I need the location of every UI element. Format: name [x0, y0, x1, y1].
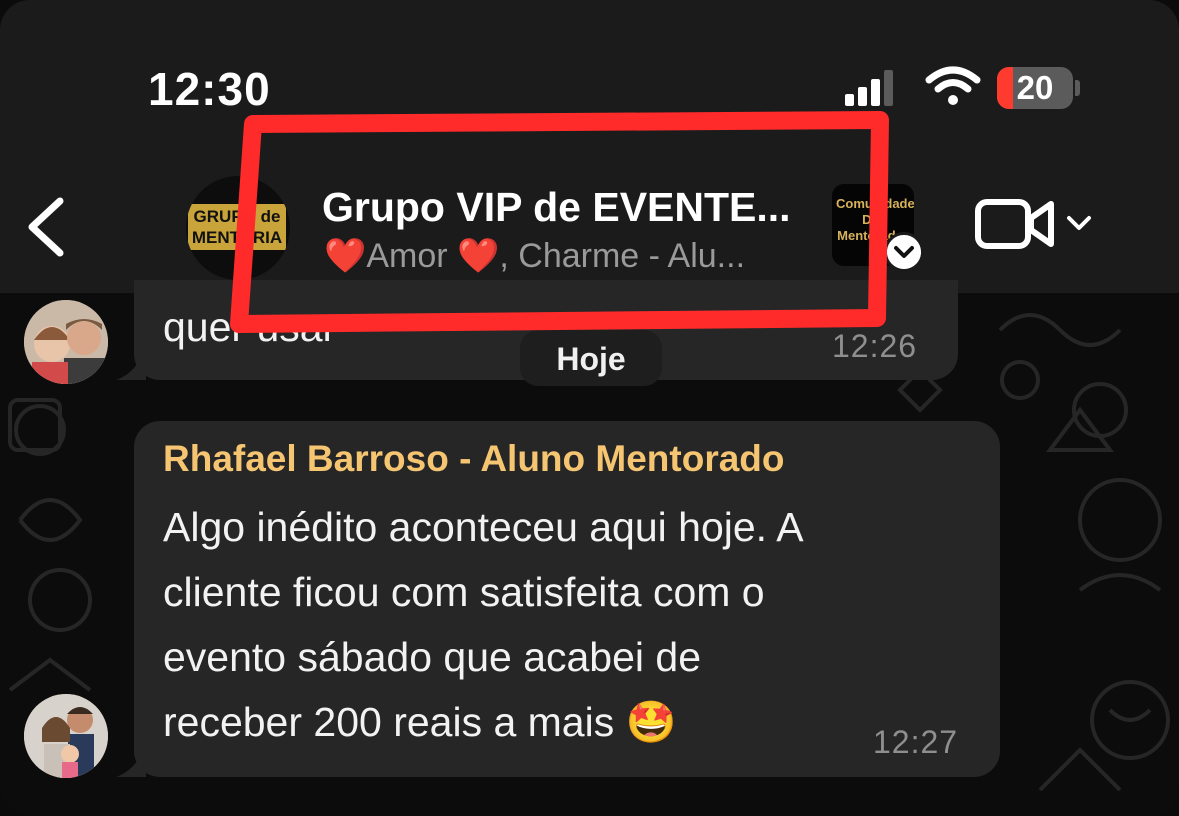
message-line: receber 200 reais a mais 🤩	[163, 699, 677, 745]
avatar[interactable]	[24, 694, 108, 778]
bubble-tail	[116, 747, 146, 777]
sender-name[interactable]: Rhafael Barroso - Aluno Mentorado	[163, 438, 785, 480]
bubble-tail	[116, 350, 146, 380]
back-chevron-icon[interactable]	[24, 195, 68, 259]
group-avatar[interactable]: GRUPO de MENTORIA	[186, 176, 290, 280]
chat-screen: 12:30 20 GRUPO de MENTORIA Grupo VIP de …	[0, 0, 1179, 816]
message-text: Algo inédito aconteceu aqui hoje. A clie…	[163, 495, 804, 755]
date-separator: Hoje	[520, 330, 662, 386]
signal-icon	[845, 70, 893, 106]
message-line: Algo inédito aconteceu aqui hoje. A	[163, 504, 804, 550]
battery-icon: 20	[997, 67, 1073, 109]
battery-level: 20	[1016, 69, 1054, 106]
message-text: quer usar	[163, 304, 337, 350]
battery-nub	[1075, 80, 1080, 96]
message-line: cliente ficou com satisfeita com o	[163, 569, 765, 615]
group-avatar-label: GRUPO de MENTORIA	[188, 204, 286, 250]
heart-emoji: ❤️	[457, 237, 500, 275]
avatar-photo	[24, 300, 108, 384]
avatar[interactable]	[24, 300, 108, 384]
group-subtitle[interactable]: ❤️Amor ❤️, Charme - Alu...	[324, 236, 745, 276]
heart-emoji: ❤️	[324, 237, 367, 275]
message-time: 12:26	[832, 328, 918, 364]
chevron-down-icon[interactable]	[1066, 214, 1092, 232]
group-title[interactable]: Grupo VIP de EVENTE...	[322, 184, 791, 231]
message-line: evento sábado que acabei de	[163, 634, 702, 680]
subtitle-rest: , Charme - Alu...	[499, 237, 746, 275]
video-call-icon[interactable]	[975, 196, 1055, 252]
chevron-down-icon[interactable]	[884, 232, 924, 272]
subtitle-name: Amor	[366, 237, 448, 275]
wifi-icon	[925, 66, 981, 105]
message-time: 12:27	[873, 724, 959, 760]
chat-header: 12:30 20 GRUPO de MENTORIA Grupo VIP de …	[0, 0, 1179, 293]
group-avatar-line-1: GRUPO de	[193, 207, 281, 226]
avatar-photo	[24, 694, 108, 778]
status-time: 12:30	[148, 63, 271, 115]
group-avatar-line-2: MENTORIA	[191, 228, 283, 247]
